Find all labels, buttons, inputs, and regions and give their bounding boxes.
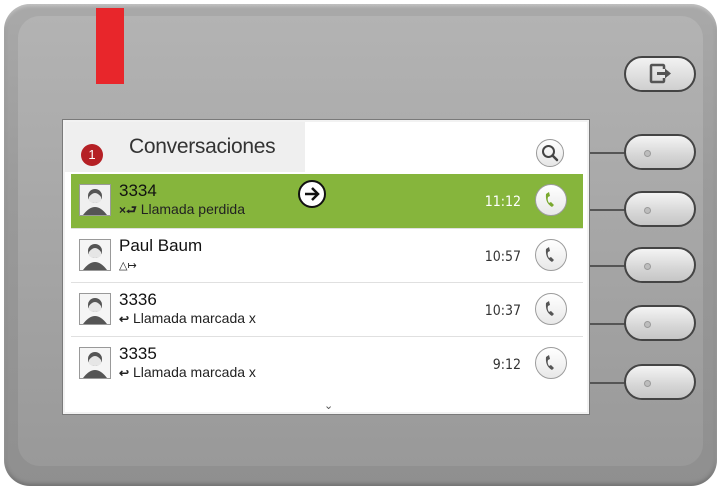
conversation-row-3334[interactable]: 3334 ×⮐ Llamada perdida 11:12: [71, 174, 583, 228]
contact-name: Paul Baum: [119, 236, 203, 255]
call-time: 9:12: [492, 357, 521, 373]
avatar: [79, 347, 111, 379]
phone-handset-icon: [545, 192, 554, 207]
avatar-silhouette-icon: [83, 298, 107, 324]
contact-name: 3335: [119, 344, 157, 363]
screen-header: 1 Conversaciones: [65, 122, 587, 172]
forwarded-call-icon: △↦: [119, 260, 137, 272]
dialed-call-icon: ↩: [119, 312, 130, 326]
avatar: [79, 184, 111, 216]
avatar-silhouette-icon: [83, 352, 107, 378]
call-button[interactable]: [535, 347, 567, 379]
call-time: 10:37: [484, 303, 521, 319]
key-connector: [589, 323, 625, 325]
conversation-row-paul-baum[interactable]: Paul Baum △↦ 10:57: [71, 228, 583, 282]
search-button[interactable]: [536, 139, 564, 167]
avatar: [79, 239, 111, 271]
softkey-4[interactable]: [624, 305, 696, 341]
contact-name: 3334: [119, 181, 157, 200]
call-status-label: Llamada marcada x: [132, 310, 256, 326]
scroll-down-chevron-icon[interactable]: ⌄: [324, 399, 333, 412]
key-dot: [644, 380, 651, 387]
exit-button[interactable]: [624, 56, 696, 92]
display-screen: 1 Conversaciones 3334 ×⮐ Llamada perdida: [63, 120, 589, 414]
softkey-1[interactable]: [624, 134, 696, 170]
exit-icon: [649, 63, 671, 84]
softkey-5[interactable]: [624, 364, 696, 400]
call-button[interactable]: [535, 293, 567, 325]
key-dot: [644, 150, 651, 157]
call-button[interactable]: [535, 239, 567, 271]
search-icon: [542, 145, 559, 162]
message-led: [96, 8, 124, 84]
details-button[interactable]: [298, 180, 326, 208]
call-status: ×⮐ Llamada perdida: [119, 201, 245, 222]
key-dot: [644, 321, 651, 328]
page-title: Conversaciones: [129, 135, 276, 158]
key-connector: [589, 152, 625, 154]
phone-handset-icon: [545, 247, 554, 262]
key-dot: [644, 263, 651, 270]
softkey-2[interactable]: [624, 191, 696, 227]
phone-handset-icon: [545, 355, 554, 370]
key-connector: [589, 265, 625, 267]
call-time: 11:12: [484, 194, 521, 210]
unread-badge: 1: [81, 144, 103, 166]
call-button[interactable]: [535, 184, 567, 216]
phone-handset-icon: [545, 301, 554, 316]
conversation-row-3336[interactable]: 3336 ↩ Llamada marcada x 10:37: [71, 282, 583, 336]
call-time: 10:57: [484, 249, 521, 265]
contact-name: 3336: [119, 290, 157, 309]
avatar-silhouette-icon: [83, 189, 107, 215]
avatar: [79, 293, 111, 325]
key-dot: [644, 207, 651, 214]
missed-call-icon: ×⮐: [119, 203, 137, 217]
call-status: ↩ Llamada marcada x: [119, 364, 256, 380]
call-status-label: Llamada marcada x: [132, 364, 256, 380]
key-connector: [589, 382, 625, 384]
call-status-label: Llamada perdida: [140, 201, 245, 217]
key-connector: [589, 209, 625, 211]
conversation-row-3335[interactable]: 3335 ↩ Llamada marcada x 9:12: [71, 336, 583, 390]
dialed-call-icon: ↩: [119, 366, 130, 380]
arrow-right-icon: [305, 187, 320, 201]
call-status: △↦: [119, 256, 137, 272]
call-status: ↩ Llamada marcada x: [119, 310, 256, 326]
softkey-3[interactable]: [624, 247, 696, 283]
avatar-silhouette-icon: [83, 244, 107, 270]
